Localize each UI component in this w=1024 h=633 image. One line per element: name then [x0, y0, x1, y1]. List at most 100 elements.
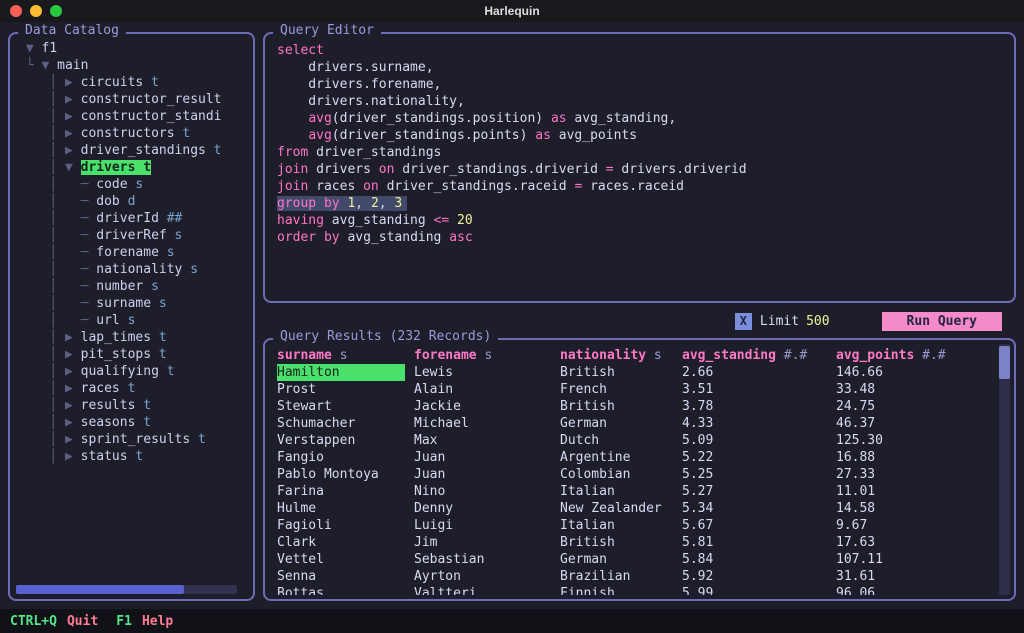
results-cell[interactable]: 2.66: [682, 364, 836, 381]
code-line-11[interactable]: having avg_standing <= 20: [277, 212, 1008, 229]
results-cell[interactable]: Dutch: [560, 432, 682, 449]
tree-item-qualifying[interactable]: │ ▶ qualifying t: [18, 363, 249, 380]
results-cell[interactable]: Michael: [414, 415, 560, 432]
results-cell[interactable]: 46.37: [836, 415, 994, 432]
results-cell[interactable]: Schumacher: [277, 415, 414, 432]
results-cell[interactable]: 107.11: [836, 551, 994, 568]
results-cell[interactable]: British: [560, 534, 682, 551]
catalog-tree[interactable]: ▼ f1 └ ▼ main │ ▶ circuits t │ ▶ constru…: [18, 40, 249, 581]
results-cell[interactable]: Stewart: [277, 398, 414, 415]
results-cell[interactable]: Max: [414, 432, 560, 449]
tree-item-drivers[interactable]: │ ▼ drivers t: [18, 159, 249, 176]
tree-item-constructor_result[interactable]: │ ▶ constructor_result: [18, 91, 249, 108]
results-cell[interactable]: 146.66: [836, 364, 994, 381]
results-cell[interactable]: Alain: [414, 381, 560, 398]
results-cell[interactable]: German: [560, 415, 682, 432]
results-cell[interactable]: Verstappen: [277, 432, 414, 449]
results-cell[interactable]: British: [560, 398, 682, 415]
results-cell[interactable]: 125.30: [836, 432, 994, 449]
tree-item-dob[interactable]: │ ─ dob d: [18, 193, 249, 210]
results-cell[interactable]: Vettel: [277, 551, 414, 568]
table-row[interactable]: ProstAlainFrench3.5133.48: [277, 381, 994, 398]
results-cell[interactable]: 3.78: [682, 398, 836, 415]
results-cell[interactable]: Hamilton: [277, 364, 405, 381]
results-cell[interactable]: 14.58: [836, 500, 994, 517]
tree-item-forename[interactable]: │ ─ forename s: [18, 244, 249, 261]
tree-item-constructor_standi[interactable]: │ ▶ constructor_standi: [18, 108, 249, 125]
tree-item-status[interactable]: │ ▶ status t: [18, 448, 249, 465]
code-line-8[interactable]: join drivers on driver_standings.driveri…: [277, 161, 1008, 178]
code-line-5[interactable]: avg(driver_standings.position) as avg_st…: [277, 110, 1008, 127]
code-line-3[interactable]: drivers.forename,: [277, 76, 1008, 93]
limit-checkbox[interactable]: X: [735, 313, 752, 330]
results-cell[interactable]: Sebastian: [414, 551, 560, 568]
results-cell[interactable]: Clark: [277, 534, 414, 551]
results-cell[interactable]: German: [560, 551, 682, 568]
results-cell[interactable]: Fangio: [277, 449, 414, 466]
results-cell[interactable]: Pablo Montoya: [277, 466, 414, 483]
table-row[interactable]: BottasValtteriFinnish5.9996.06: [277, 585, 994, 595]
results-cell[interactable]: 16.88: [836, 449, 994, 466]
results-cell[interactable]: 24.75: [836, 398, 994, 415]
results-cell[interactable]: 3.51: [682, 381, 836, 398]
results-cell[interactable]: British: [560, 364, 682, 381]
results-cell[interactable]: New Zealander: [560, 500, 682, 517]
results-cell[interactable]: Juan: [414, 466, 560, 483]
limit-value[interactable]: 500: [806, 314, 829, 329]
results-cell[interactable]: 17.63: [836, 534, 994, 551]
results-cell[interactable]: Bottas: [277, 585, 414, 595]
table-row[interactable]: Pablo MontoyaJuanColombian5.2527.33: [277, 466, 994, 483]
table-row[interactable]: VettelSebastianGerman5.84107.11: [277, 551, 994, 568]
footer-shortcut-help[interactable]: F1Help: [116, 614, 173, 629]
results-cell[interactable]: Lewis: [414, 364, 560, 381]
results-cell[interactable]: Prost: [277, 381, 414, 398]
tree-item-constructors[interactable]: │ ▶ constructors t: [18, 125, 249, 142]
results-cell[interactable]: Colombian: [560, 466, 682, 483]
tree-item-pit_stops[interactable]: │ ▶ pit_stops t: [18, 346, 249, 363]
results-cell[interactable]: 5.99: [682, 585, 836, 595]
tree-item-lap_times[interactable]: │ ▶ lap_times t: [18, 329, 249, 346]
query-editor-panel[interactable]: Query Editor select drivers.surname, dri…: [263, 32, 1016, 303]
results-cell[interactable]: Finnish: [560, 585, 682, 595]
results-cell[interactable]: Italian: [560, 483, 682, 500]
results-cell[interactable]: French: [560, 381, 682, 398]
results-cell[interactable]: Italian: [560, 517, 682, 534]
code-line-9[interactable]: join races on driver_standings.raceid = …: [277, 178, 1008, 195]
footer-shortcut-quit[interactable]: CTRL+QQuit: [10, 614, 98, 629]
table-row[interactable]: VerstappenMaxDutch5.09125.30: [277, 432, 994, 449]
results-cell[interactable]: Valtteri: [414, 585, 560, 595]
table-row[interactable]: StewartJackieBritish3.7824.75: [277, 398, 994, 415]
tree-item-driver_standings[interactable]: │ ▶ driver_standings t: [18, 142, 249, 159]
close-window-button[interactable]: [10, 5, 22, 17]
results-cell[interactable]: 96.06: [836, 585, 994, 595]
table-row[interactable]: SchumacherMichaelGerman4.3346.37: [277, 415, 994, 432]
results-vertical-scrollbar[interactable]: [999, 344, 1010, 595]
results-cell[interactable]: 5.67: [682, 517, 836, 534]
table-row[interactable]: ClarkJimBritish5.8117.63: [277, 534, 994, 551]
results-cell[interactable]: 5.25: [682, 466, 836, 483]
tree-item-code[interactable]: │ ─ code s: [18, 176, 249, 193]
code-line-12[interactable]: order by avg_standing asc: [277, 229, 1008, 246]
results-cell[interactable]: 5.92: [682, 568, 836, 585]
table-row[interactable]: FangioJuanArgentine5.2216.88: [277, 449, 994, 466]
results-cell[interactable]: 5.81: [682, 534, 836, 551]
results-cell[interactable]: Farina: [277, 483, 414, 500]
tree-item-number[interactable]: │ ─ number s: [18, 278, 249, 295]
results-scrollbar-thumb[interactable]: [999, 346, 1010, 379]
results-cell[interactable]: Brazilian: [560, 568, 682, 585]
code-line-4[interactable]: drivers.nationality,: [277, 93, 1008, 110]
code-line-7[interactable]: from driver_standings: [277, 144, 1008, 161]
results-cell[interactable]: Senna: [277, 568, 414, 585]
tree-item-url[interactable]: │ ─ url s: [18, 312, 249, 329]
table-row[interactable]: FarinaNinoItalian5.2711.01: [277, 483, 994, 500]
results-cell[interactable]: 5.22: [682, 449, 836, 466]
results-cell[interactable]: Jim: [414, 534, 560, 551]
code-line-1[interactable]: select: [277, 42, 1008, 59]
results-cell[interactable]: 11.01: [836, 483, 994, 500]
table-row[interactable]: SennaAyrtonBrazilian5.9231.61: [277, 568, 994, 585]
code-line-6[interactable]: avg(driver_standings.points) as avg_poin…: [277, 127, 1008, 144]
catalog-scrollbar-thumb[interactable]: [16, 585, 184, 594]
results-cell[interactable]: Hulme: [277, 500, 414, 517]
code-line-10[interactable]: group by 1, 2, 3: [277, 195, 1008, 212]
catalog-horizontal-scrollbar[interactable]: [16, 585, 237, 594]
